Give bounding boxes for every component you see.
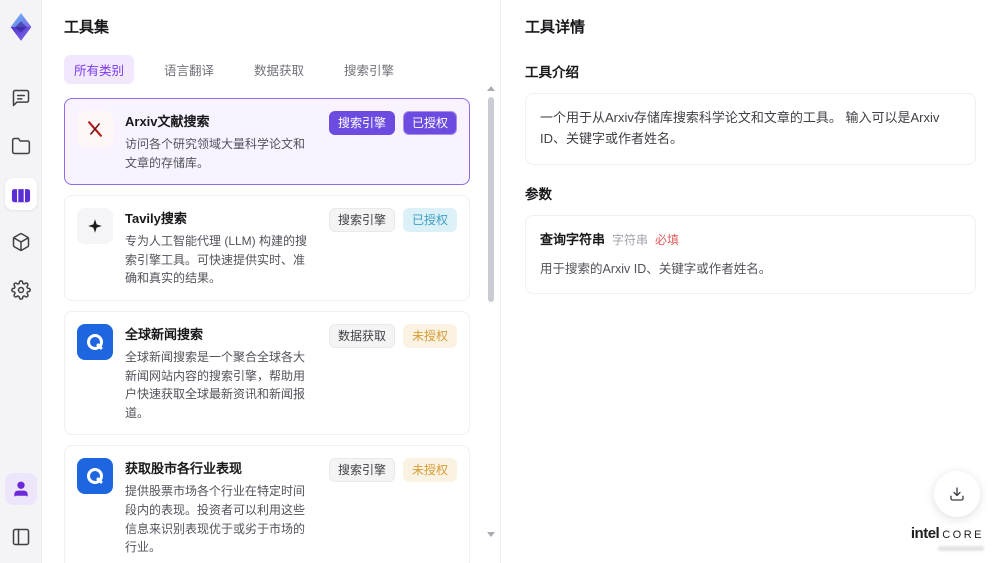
tool-name: Tavily搜索 bbox=[125, 211, 187, 227]
scrollbar-thumb[interactable] bbox=[488, 97, 494, 302]
list-scrollbar[interactable] bbox=[486, 86, 496, 559]
category-badge: 搜索引擎 bbox=[328, 111, 395, 135]
intro-heading: 工具介绍 bbox=[525, 65, 579, 80]
category-badge: 搜索引擎 bbox=[328, 208, 395, 233]
intel-logo-text: intel bbox=[910, 525, 940, 542]
app-logo-icon bbox=[10, 13, 31, 41]
collapse-sidebar-button[interactable] bbox=[5, 521, 37, 553]
category-tabs: 所有类别 语言翻译 数据获取 搜索引擎 bbox=[64, 55, 482, 84]
tool-list: Arxiv文献搜索 访问各个研究领域大量科学论文和文章的存储库。 搜索引擎 已授… bbox=[64, 98, 482, 563]
tool-description: 全球新闻搜索是一个聚合全球各大新闻网站内容的搜索引擎，帮助用户快速获取全球最新资… bbox=[125, 349, 306, 420]
tool-description: 提供股票市场各个行业在特定时间段内的表现。投资者可以利用这些信息来识别表现优于或… bbox=[125, 484, 306, 555]
auth-status-badge: 未授权 bbox=[402, 458, 457, 483]
sidebar-item-files[interactable] bbox=[5, 130, 37, 162]
auth-status-badge: 未授权 bbox=[402, 323, 457, 348]
params-heading: 参数 bbox=[525, 186, 552, 202]
sidebar-item-chat[interactable] bbox=[5, 82, 37, 114]
toolbox-icon bbox=[11, 185, 30, 203]
auth-status-badge: 已授权 bbox=[402, 111, 457, 135]
tool-card-global-news[interactable]: 全球新闻搜索 全球新闻搜索是一个聚合全球各大新闻网站内容的搜索引擎，帮助用户快速… bbox=[64, 310, 470, 436]
chat-icon bbox=[12, 89, 29, 107]
scroll-up-icon[interactable] bbox=[487, 86, 495, 91]
user-avatar[interactable] bbox=[4, 473, 37, 505]
intro-card: 一个用于从Arxiv存储库搜索科学论文和文章的工具。 输入可以是Arxiv ID… bbox=[525, 93, 976, 165]
tab-language-translation[interactable]: 语言翻译 bbox=[154, 55, 224, 84]
tool-list-panel: 工具集 所有类别 语言翻译 数据获取 搜索引擎 Arxiv文献搜索 访问各个研究… bbox=[42, 0, 500, 563]
intel-core-logo: intel CORE bbox=[911, 525, 984, 551]
tool-details-panel: 工具详情 工具介绍 一个用于从Arxiv存储库搜索科学论文和文章的工具。 输入可… bbox=[500, 0, 1000, 563]
page-title: 工具集 bbox=[64, 19, 110, 36]
param-type: 字符串 bbox=[612, 232, 649, 247]
param-name: 查询字符串 bbox=[540, 231, 606, 247]
gear-icon bbox=[10, 280, 31, 300]
sidebar-item-packages[interactable] bbox=[5, 226, 37, 258]
tool-name: 全球新闻搜索 bbox=[125, 326, 204, 342]
news-search-logo-icon bbox=[77, 323, 113, 360]
panel-toggle-icon bbox=[12, 528, 29, 546]
auth-status-badge: 已授权 bbox=[402, 208, 457, 233]
folder-icon bbox=[11, 137, 30, 155]
tab-data-fetch[interactable]: 数据获取 bbox=[244, 55, 314, 84]
intel-logo-subtext bbox=[938, 546, 984, 551]
param-description: 用于搜索的Arxiv ID、关键字或作者姓名。 bbox=[540, 262, 772, 277]
category-badge: 数据获取 bbox=[328, 323, 395, 348]
core-logo-text: CORE bbox=[942, 529, 984, 541]
app-window: 工具集 所有类别 语言翻译 数据获取 搜索引擎 Arxiv文献搜索 访问各个研究… bbox=[0, 0, 1000, 563]
download-button[interactable] bbox=[934, 471, 980, 517]
tool-description: 访问各个研究领域大量科学论文和文章的存储库。 bbox=[125, 137, 306, 170]
cube-icon bbox=[12, 232, 29, 252]
sidebar-item-toolbox[interactable] bbox=[4, 178, 37, 210]
sidebar-rail bbox=[0, 0, 42, 563]
tool-description: 专为人工智能代理 (LLM) 构建的搜索引擎工具。可快速提供实时、准确和真实的结… bbox=[125, 234, 308, 286]
tool-name: 获取股市各行业表现 bbox=[125, 461, 243, 477]
intro-text: 一个用于从Arxiv存储库搜索科学论文和文章的工具。 输入可以是Arxiv ID… bbox=[540, 110, 940, 146]
download-icon bbox=[950, 487, 964, 501]
scroll-down-icon[interactable] bbox=[487, 532, 495, 537]
param-card: 查询字符串 字符串 必填 用于搜索的Arxiv ID、关键字或作者姓名。 bbox=[525, 214, 976, 295]
tool-card-sector-performance[interactable]: 获取股市各行业表现 提供股票市场各个行业在特定时间段内的表现。投资者可以利用这些… bbox=[64, 445, 470, 563]
tab-all-categories[interactable]: 所有类别 bbox=[64, 55, 135, 84]
tool-name: Arxiv文献搜索 bbox=[125, 114, 210, 129]
category-badge: 搜索引擎 bbox=[328, 458, 395, 483]
user-icon bbox=[13, 481, 28, 497]
tool-card-tavily[interactable]: Tavily搜索 专为人工智能代理 (LLM) 构建的搜索引擎工具。可快速提供实… bbox=[64, 195, 470, 301]
arxiv-logo-icon bbox=[77, 111, 113, 147]
tool-card-arxiv[interactable]: Arxiv文献搜索 访问各个研究领域大量科学论文和文章的存储库。 搜索引擎 已授… bbox=[64, 98, 470, 186]
tab-search-engine[interactable]: 搜索引擎 bbox=[334, 55, 404, 84]
param-required-flag: 必填 bbox=[655, 232, 680, 247]
tavily-logo-icon bbox=[77, 208, 113, 245]
details-title: 工具详情 bbox=[525, 19, 586, 36]
stock-search-logo-icon bbox=[77, 458, 113, 495]
sidebar-item-settings[interactable] bbox=[5, 274, 37, 306]
